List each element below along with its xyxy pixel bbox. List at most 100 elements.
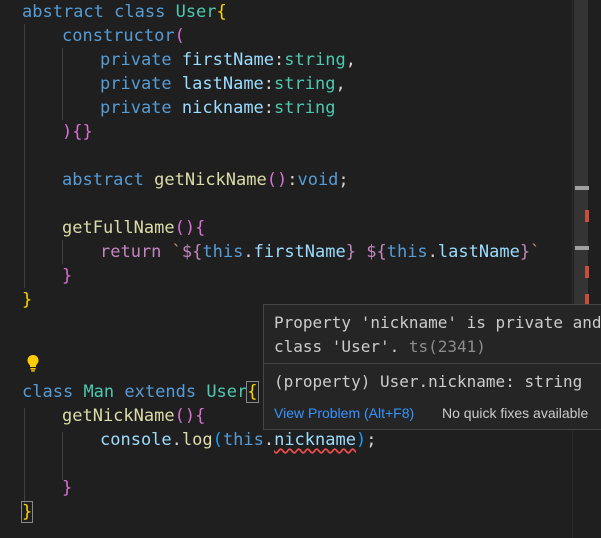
overview-ruler-mark bbox=[575, 186, 589, 190]
string bbox=[356, 242, 366, 262]
bracket: { bbox=[195, 218, 206, 238]
method-name: getNickName bbox=[154, 170, 267, 190]
punctuation: . bbox=[243, 242, 254, 262]
code-line-4: private lastName:string, bbox=[100, 72, 346, 96]
parameter: nickname bbox=[181, 98, 264, 118]
code-line-8: abstract getNickName():void; bbox=[62, 168, 349, 192]
code-line-16: class Man extends User{ bbox=[22, 380, 259, 404]
bracket: { bbox=[216, 2, 227, 22]
code-line-3: private firstName:string, bbox=[100, 48, 356, 72]
type-name: string bbox=[274, 74, 336, 94]
bracket: { bbox=[195, 406, 206, 426]
keyword: class bbox=[114, 2, 166, 22]
code-line-6: ){} bbox=[62, 120, 93, 144]
bracket: ( bbox=[174, 26, 185, 46]
indent-guide bbox=[62, 48, 63, 120]
keyword: extends bbox=[124, 382, 197, 402]
class-name: User bbox=[206, 382, 248, 402]
keyword: private bbox=[100, 74, 172, 94]
indent-guide bbox=[24, 24, 25, 288]
bracket: { bbox=[246, 381, 259, 403]
class-name: Man bbox=[83, 382, 115, 402]
punctuation: , bbox=[335, 74, 346, 94]
bracket: ( bbox=[212, 430, 223, 450]
view-problem-link[interactable]: View Problem (Alt+F8) bbox=[274, 405, 414, 421]
punctuation: . bbox=[427, 242, 438, 262]
hover-status-bar: View Problem (Alt+F8) No quick fixes ava… bbox=[264, 399, 601, 429]
code-line-17: getNickName(){ bbox=[62, 404, 205, 428]
punctuation: . bbox=[263, 430, 275, 450]
code-line-21: } bbox=[20, 500, 34, 524]
property: lastName bbox=[437, 242, 520, 262]
code-line-18: console.log(this.nickname); bbox=[100, 428, 376, 452]
no-quick-fixes-label: No quick fixes available bbox=[442, 405, 589, 421]
error-message: Property 'nickname' is private and class… bbox=[274, 311, 601, 359]
divider bbox=[264, 363, 601, 364]
overview-ruler-mark bbox=[575, 246, 589, 250]
type-name: string bbox=[284, 50, 346, 70]
code-line-12: } bbox=[62, 264, 72, 288]
code-editor[interactable]: abstract class User{ constructor( privat… bbox=[0, 0, 572, 538]
method-name: getFullName bbox=[62, 218, 175, 238]
bracket: ) bbox=[62, 122, 73, 142]
code-line-20: } bbox=[62, 476, 72, 500]
object-name: console bbox=[100, 430, 172, 450]
code-line-13: } bbox=[22, 288, 32, 312]
parameter: lastName bbox=[181, 74, 264, 94]
punctuation: : bbox=[263, 98, 275, 118]
code-line-1: abstract class User{ bbox=[22, 0, 227, 24]
keyword: private bbox=[100, 50, 172, 70]
indent-guide bbox=[62, 240, 63, 264]
code-line-10: getFullName(){ bbox=[62, 216, 205, 240]
bracket: } bbox=[20, 501, 34, 523]
error-message-line: class 'User'. bbox=[274, 337, 400, 356]
bracket: } bbox=[22, 290, 33, 310]
keyword: this bbox=[202, 242, 244, 262]
bracket: } bbox=[62, 478, 73, 498]
property: firstName bbox=[253, 242, 346, 262]
bracket: ) bbox=[355, 430, 367, 450]
signature-text: (property) User.nickname: string bbox=[274, 372, 583, 391]
type-name: void bbox=[297, 170, 339, 190]
code-line-2: constructor( bbox=[62, 24, 185, 48]
indent-guide bbox=[62, 432, 63, 480]
keyword: constructor bbox=[62, 26, 175, 46]
punctuation: , bbox=[345, 50, 356, 70]
error-squiggle-property[interactable]: nickname bbox=[274, 430, 356, 450]
string: ` bbox=[530, 242, 541, 262]
indent-guide bbox=[24, 408, 25, 504]
error-message-line: Property 'nickname' is private and bbox=[274, 313, 601, 332]
punctuation: . bbox=[171, 430, 182, 450]
error-ruler-mark bbox=[585, 266, 589, 278]
template-punctuation: ${ bbox=[181, 242, 203, 262]
keyword: abstract bbox=[62, 170, 144, 190]
type-signature: (property) User.nickname: string bbox=[274, 370, 582, 394]
bracket: () bbox=[174, 406, 196, 426]
bracket: {} bbox=[72, 122, 93, 142]
keyword: return bbox=[100, 242, 162, 262]
punctuation: : bbox=[274, 50, 285, 70]
class-name: User bbox=[175, 2, 217, 22]
hover-tooltip: Property 'nickname' is private and class… bbox=[263, 304, 601, 430]
keyword: abstract bbox=[22, 2, 104, 22]
punctuation: ; bbox=[366, 430, 377, 450]
parameter: firstName bbox=[181, 50, 275, 70]
code-line-11: return `${this.firstName} ${this.lastNam… bbox=[100, 240, 540, 264]
keyword: class bbox=[22, 382, 74, 402]
template-punctuation: ${ bbox=[366, 242, 387, 262]
template-punctuation: } bbox=[345, 242, 356, 262]
keyword: this bbox=[386, 242, 428, 262]
template-punctuation: } bbox=[519, 242, 531, 262]
error-code: ts(2341) bbox=[408, 337, 486, 356]
type-name: string bbox=[274, 98, 336, 118]
punctuation: ; bbox=[338, 170, 349, 190]
bracket: () bbox=[266, 170, 288, 190]
lightbulb-icon[interactable] bbox=[26, 354, 40, 372]
code-line-5: private nickname:string bbox=[100, 96, 335, 120]
punctuation: : bbox=[287, 170, 298, 190]
punctuation: : bbox=[263, 74, 275, 94]
string: ` bbox=[171, 242, 182, 262]
keyword: this bbox=[222, 430, 264, 450]
bracket: } bbox=[62, 266, 73, 286]
bracket: () bbox=[174, 218, 196, 238]
